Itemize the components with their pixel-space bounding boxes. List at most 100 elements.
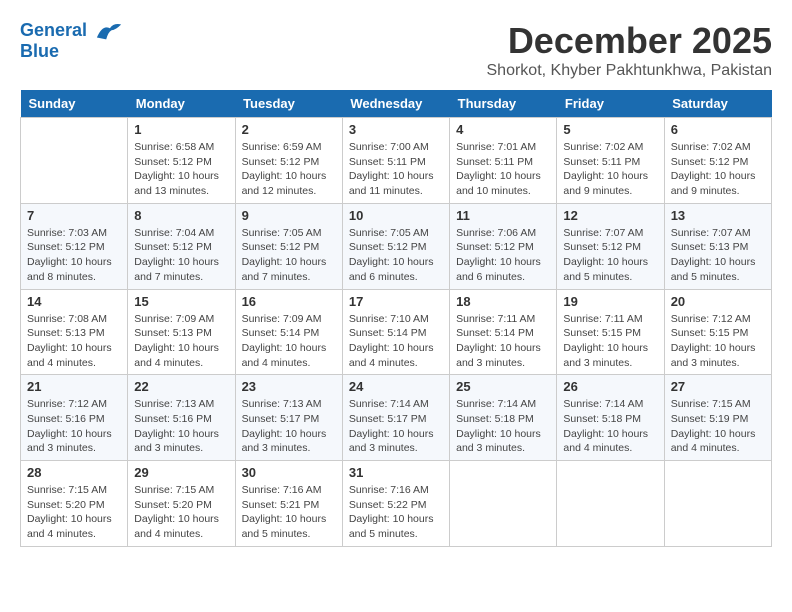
day-info: Sunrise: 7:07 AMSunset: 5:12 PMDaylight:…	[563, 226, 657, 285]
calendar-cell: 30 Sunrise: 7:16 AMSunset: 5:21 PMDaylig…	[235, 461, 342, 547]
day-info: Sunrise: 7:05 AMSunset: 5:12 PMDaylight:…	[349, 226, 443, 285]
day-number: 29	[134, 465, 228, 480]
day-number: 5	[563, 122, 657, 137]
weekday-header-row: SundayMondayTuesdayWednesdayThursdayFrid…	[21, 90, 772, 118]
calendar-cell: 25 Sunrise: 7:14 AMSunset: 5:18 PMDaylig…	[450, 375, 557, 461]
day-info: Sunrise: 6:58 AMSunset: 5:12 PMDaylight:…	[134, 140, 228, 199]
day-number: 28	[27, 465, 121, 480]
calendar-cell: 5 Sunrise: 7:02 AMSunset: 5:11 PMDayligh…	[557, 118, 664, 204]
day-info: Sunrise: 7:09 AMSunset: 5:13 PMDaylight:…	[134, 312, 228, 371]
day-number: 6	[671, 122, 765, 137]
calendar-cell	[21, 118, 128, 204]
weekday-header-thursday: Thursday	[450, 90, 557, 118]
day-number: 27	[671, 379, 765, 394]
calendar-cell: 13 Sunrise: 7:07 AMSunset: 5:13 PMDaylig…	[664, 203, 771, 289]
day-number: 24	[349, 379, 443, 394]
day-info: Sunrise: 7:02 AMSunset: 5:11 PMDaylight:…	[563, 140, 657, 199]
day-number: 7	[27, 208, 121, 223]
weekday-header-tuesday: Tuesday	[235, 90, 342, 118]
calendar-cell: 23 Sunrise: 7:13 AMSunset: 5:17 PMDaylig…	[235, 375, 342, 461]
day-number: 30	[242, 465, 336, 480]
day-info: Sunrise: 7:12 AMSunset: 5:16 PMDaylight:…	[27, 397, 121, 456]
weekday-header-sunday: Sunday	[21, 90, 128, 118]
calendar-cell: 21 Sunrise: 7:12 AMSunset: 5:16 PMDaylig…	[21, 375, 128, 461]
day-info: Sunrise: 7:15 AMSunset: 5:20 PMDaylight:…	[27, 483, 121, 542]
day-number: 8	[134, 208, 228, 223]
day-number: 18	[456, 294, 550, 309]
day-info: Sunrise: 7:16 AMSunset: 5:22 PMDaylight:…	[349, 483, 443, 542]
day-number: 25	[456, 379, 550, 394]
day-info: Sunrise: 7:13 AMSunset: 5:17 PMDaylight:…	[242, 397, 336, 456]
calendar-week-4: 21 Sunrise: 7:12 AMSunset: 5:16 PMDaylig…	[21, 375, 772, 461]
day-number: 13	[671, 208, 765, 223]
calendar-cell	[664, 461, 771, 547]
day-info: Sunrise: 7:09 AMSunset: 5:14 PMDaylight:…	[242, 312, 336, 371]
calendar-cell	[557, 461, 664, 547]
calendar-cell: 6 Sunrise: 7:02 AMSunset: 5:12 PMDayligh…	[664, 118, 771, 204]
day-info: Sunrise: 7:03 AMSunset: 5:12 PMDaylight:…	[27, 226, 121, 285]
location-title: Shorkot, Khyber Pakhtunkhwa, Pakistan	[487, 62, 773, 80]
day-number: 11	[456, 208, 550, 223]
calendar-cell: 18 Sunrise: 7:11 AMSunset: 5:14 PMDaylig…	[450, 289, 557, 375]
day-number: 2	[242, 122, 336, 137]
weekday-header-saturday: Saturday	[664, 90, 771, 118]
calendar-cell: 28 Sunrise: 7:15 AMSunset: 5:20 PMDaylig…	[21, 461, 128, 547]
logo-blue: Blue	[20, 42, 123, 62]
calendar-cell: 16 Sunrise: 7:09 AMSunset: 5:14 PMDaylig…	[235, 289, 342, 375]
day-number: 1	[134, 122, 228, 137]
weekday-header-wednesday: Wednesday	[342, 90, 449, 118]
day-info: Sunrise: 7:04 AMSunset: 5:12 PMDaylight:…	[134, 226, 228, 285]
day-number: 26	[563, 379, 657, 394]
title-section: December 2025 Shorkot, Khyber Pakhtunkhw…	[487, 20, 773, 80]
logo-bird-icon	[95, 20, 123, 42]
day-number: 15	[134, 294, 228, 309]
calendar-cell: 19 Sunrise: 7:11 AMSunset: 5:15 PMDaylig…	[557, 289, 664, 375]
day-info: Sunrise: 7:14 AMSunset: 5:17 PMDaylight:…	[349, 397, 443, 456]
header: General Blue December 2025 Shorkot, Khyb…	[20, 20, 772, 80]
calendar-cell: 26 Sunrise: 7:14 AMSunset: 5:18 PMDaylig…	[557, 375, 664, 461]
calendar-cell	[450, 461, 557, 547]
calendar-cell: 8 Sunrise: 7:04 AMSunset: 5:12 PMDayligh…	[128, 203, 235, 289]
weekday-header-monday: Monday	[128, 90, 235, 118]
calendar-cell: 3 Sunrise: 7:00 AMSunset: 5:11 PMDayligh…	[342, 118, 449, 204]
day-number: 22	[134, 379, 228, 394]
day-info: Sunrise: 7:10 AMSunset: 5:14 PMDaylight:…	[349, 312, 443, 371]
day-info: Sunrise: 7:07 AMSunset: 5:13 PMDaylight:…	[671, 226, 765, 285]
calendar-cell: 10 Sunrise: 7:05 AMSunset: 5:12 PMDaylig…	[342, 203, 449, 289]
day-info: Sunrise: 7:16 AMSunset: 5:21 PMDaylight:…	[242, 483, 336, 542]
day-info: Sunrise: 7:15 AMSunset: 5:20 PMDaylight:…	[134, 483, 228, 542]
calendar-week-2: 7 Sunrise: 7:03 AMSunset: 5:12 PMDayligh…	[21, 203, 772, 289]
day-info: Sunrise: 7:08 AMSunset: 5:13 PMDaylight:…	[27, 312, 121, 371]
calendar-week-5: 28 Sunrise: 7:15 AMSunset: 5:20 PMDaylig…	[21, 461, 772, 547]
day-number: 4	[456, 122, 550, 137]
day-number: 19	[563, 294, 657, 309]
day-info: Sunrise: 7:06 AMSunset: 5:12 PMDaylight:…	[456, 226, 550, 285]
day-info: Sunrise: 6:59 AMSunset: 5:12 PMDaylight:…	[242, 140, 336, 199]
day-info: Sunrise: 7:11 AMSunset: 5:14 PMDaylight:…	[456, 312, 550, 371]
day-info: Sunrise: 7:02 AMSunset: 5:12 PMDaylight:…	[671, 140, 765, 199]
day-number: 23	[242, 379, 336, 394]
logo: General Blue	[20, 20, 123, 62]
day-number: 12	[563, 208, 657, 223]
day-info: Sunrise: 7:01 AMSunset: 5:11 PMDaylight:…	[456, 140, 550, 199]
calendar-cell: 2 Sunrise: 6:59 AMSunset: 5:12 PMDayligh…	[235, 118, 342, 204]
day-number: 16	[242, 294, 336, 309]
calendar-cell: 12 Sunrise: 7:07 AMSunset: 5:12 PMDaylig…	[557, 203, 664, 289]
logo-text: General	[20, 20, 123, 42]
day-number: 9	[242, 208, 336, 223]
day-number: 10	[349, 208, 443, 223]
calendar-week-3: 14 Sunrise: 7:08 AMSunset: 5:13 PMDaylig…	[21, 289, 772, 375]
calendar-cell: 14 Sunrise: 7:08 AMSunset: 5:13 PMDaylig…	[21, 289, 128, 375]
day-info: Sunrise: 7:00 AMSunset: 5:11 PMDaylight:…	[349, 140, 443, 199]
day-number: 14	[27, 294, 121, 309]
calendar-cell: 4 Sunrise: 7:01 AMSunset: 5:11 PMDayligh…	[450, 118, 557, 204]
calendar-week-1: 1 Sunrise: 6:58 AMSunset: 5:12 PMDayligh…	[21, 118, 772, 204]
calendar-table: SundayMondayTuesdayWednesdayThursdayFrid…	[20, 90, 772, 547]
calendar-cell: 31 Sunrise: 7:16 AMSunset: 5:22 PMDaylig…	[342, 461, 449, 547]
calendar-cell: 1 Sunrise: 6:58 AMSunset: 5:12 PMDayligh…	[128, 118, 235, 204]
calendar-cell: 9 Sunrise: 7:05 AMSunset: 5:12 PMDayligh…	[235, 203, 342, 289]
calendar-cell: 20 Sunrise: 7:12 AMSunset: 5:15 PMDaylig…	[664, 289, 771, 375]
day-info: Sunrise: 7:11 AMSunset: 5:15 PMDaylight:…	[563, 312, 657, 371]
day-number: 3	[349, 122, 443, 137]
calendar-cell: 22 Sunrise: 7:13 AMSunset: 5:16 PMDaylig…	[128, 375, 235, 461]
